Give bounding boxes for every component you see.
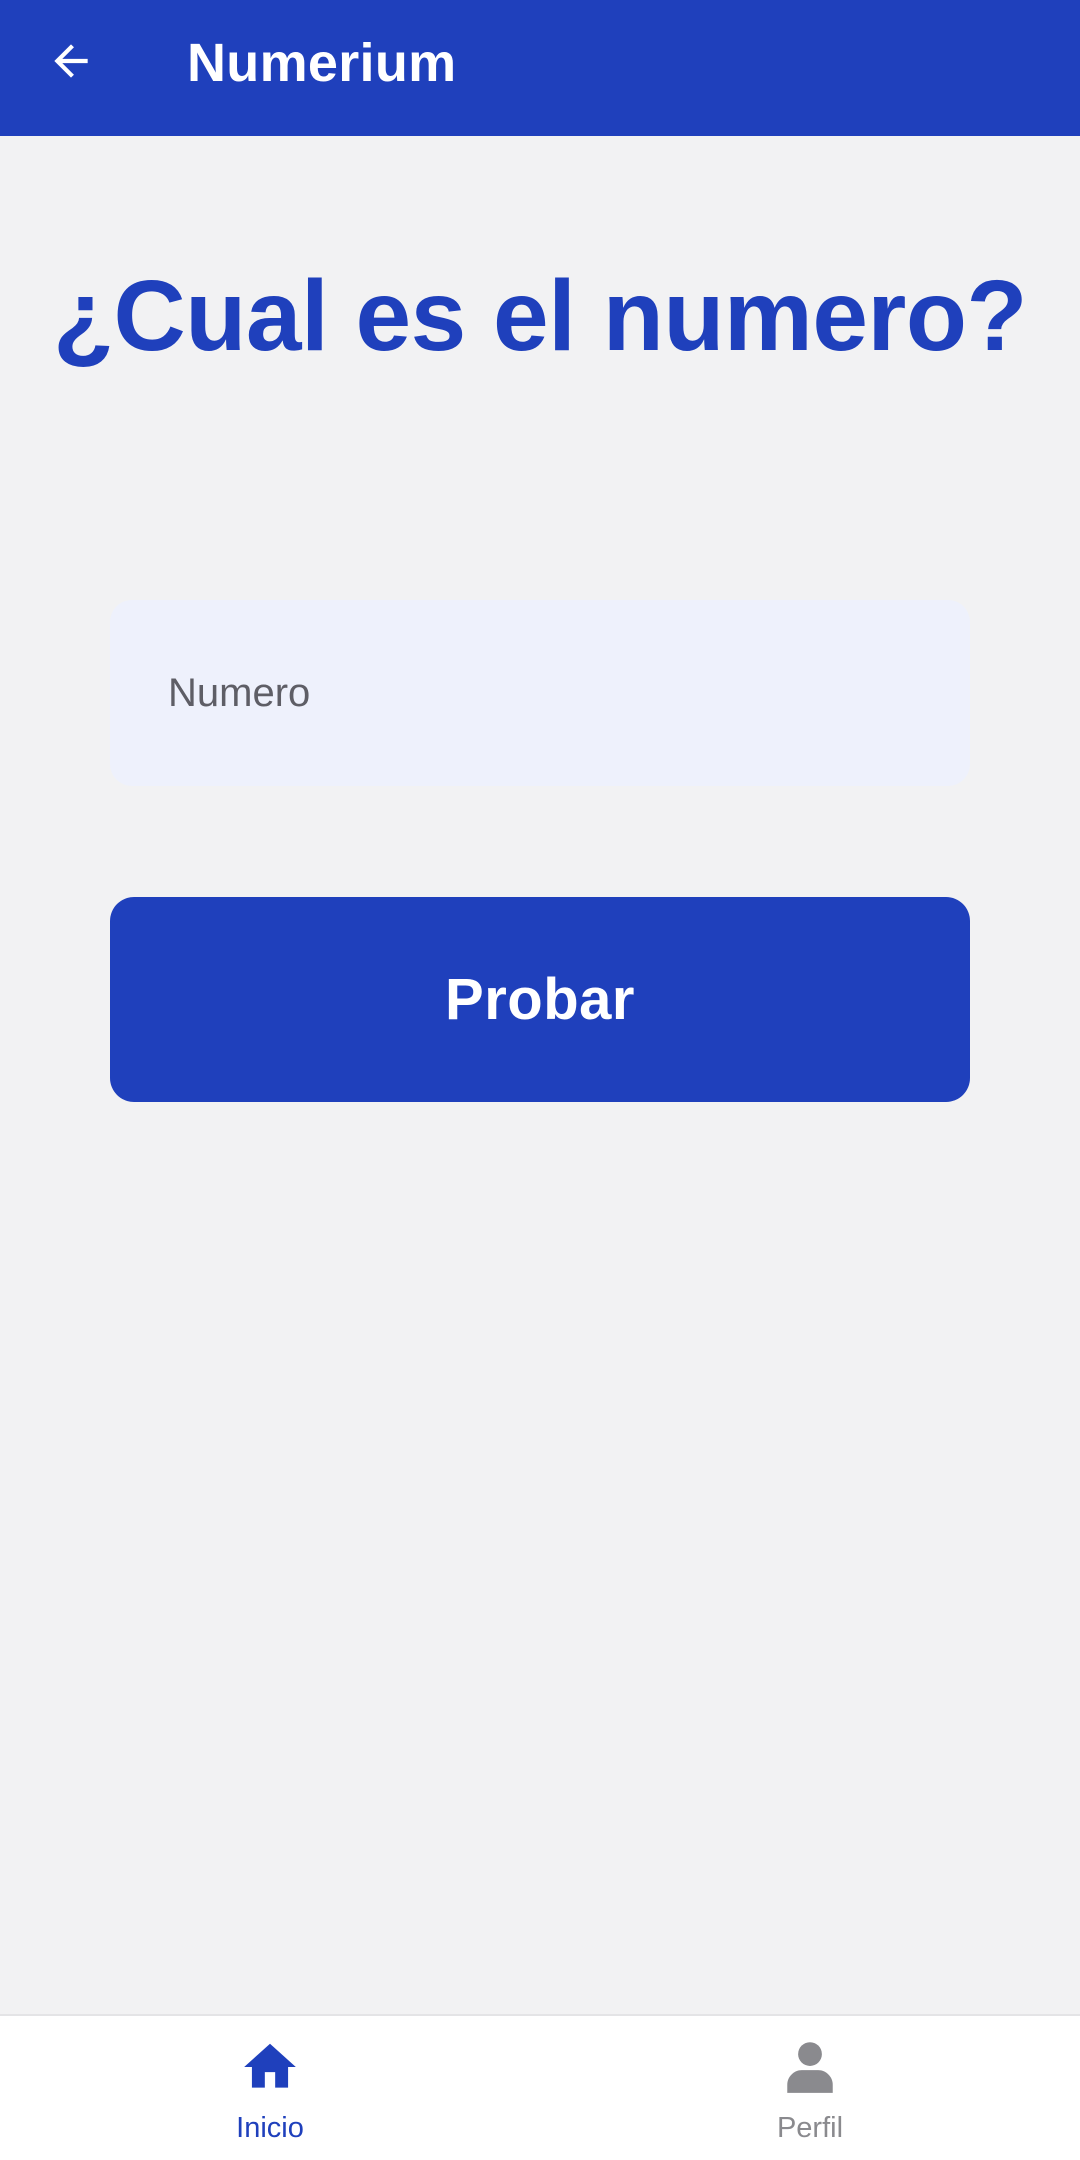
app-bar: Numerium (0, 0, 1080, 136)
number-input-container[interactable] (110, 600, 970, 786)
bottom-navigation: Inicio Perfil (0, 2014, 1080, 2160)
person-icon (779, 2036, 841, 2098)
arrow-back-icon (54, 44, 88, 78)
home-icon (239, 2036, 301, 2098)
nav-item-perfil[interactable]: Perfil (660, 2016, 960, 2160)
number-input[interactable] (166, 669, 970, 717)
nav-label-inicio: Inicio (236, 2112, 304, 2144)
app-screen: Numerium ¿Cual es el numero? Probar Inic… (0, 0, 1080, 2160)
app-title: Numerium (187, 33, 457, 93)
page-title: ¿Cual es el numero? (52, 260, 1028, 372)
back-button[interactable] (38, 28, 104, 94)
nav-item-inicio[interactable]: Inicio (120, 2016, 420, 2160)
probar-button[interactable]: Probar (110, 897, 970, 1102)
nav-label-perfil: Perfil (776, 2112, 844, 2144)
